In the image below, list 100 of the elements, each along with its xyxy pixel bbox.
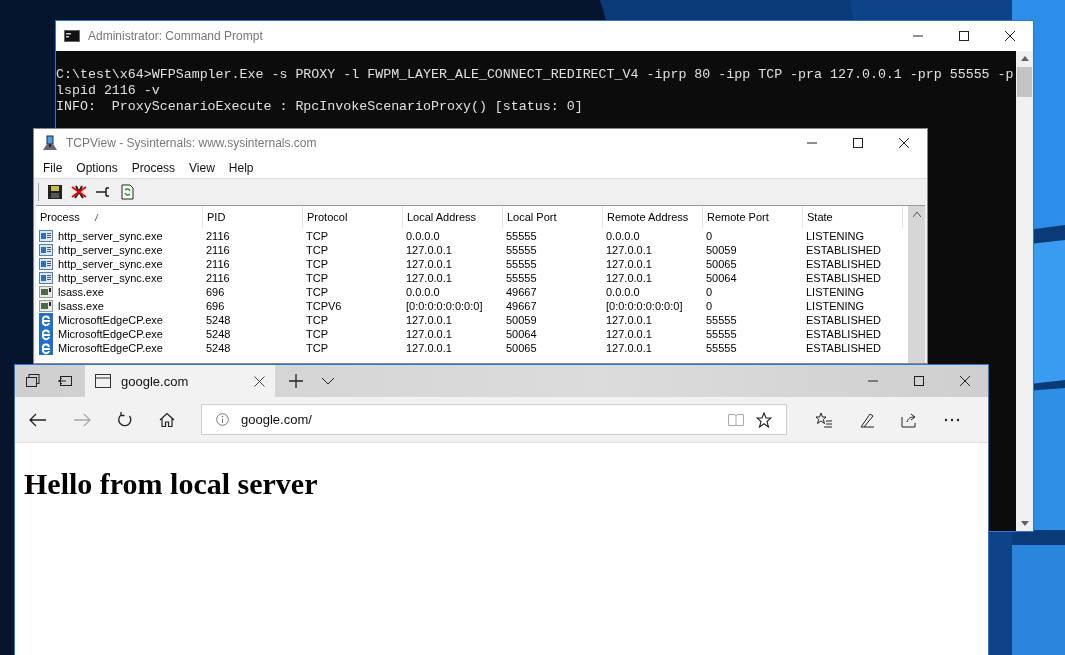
scroll-thumb[interactable] (1017, 67, 1032, 97)
set-aside-icon[interactable] (57, 373, 73, 389)
star-icon[interactable] (756, 411, 772, 428)
table-cell-text: 49667 (505, 299, 538, 313)
column-header[interactable]: State (803, 206, 903, 228)
table-cell-text: 127.0.0.1 (605, 327, 653, 341)
table-cell-text: [0:0:0:0:0:0:0:0] (605, 299, 684, 313)
table-cell-text: TCP (305, 243, 329, 257)
window-icon (39, 300, 53, 312)
window-icon (39, 258, 53, 270)
column-label: Remote Port (707, 211, 769, 223)
table-cell: http_server_sync.exe (36, 271, 203, 285)
close-icon[interactable] (1005, 31, 1015, 41)
pen-icon[interactable] (859, 411, 875, 428)
menu-item[interactable]: File (36, 160, 70, 175)
table-cell-text: TCP (305, 229, 329, 243)
close-connection-icon[interactable] (71, 184, 87, 200)
table-cell-text: LISTENING (805, 299, 866, 313)
table-cell-text: 55555 (705, 341, 738, 355)
console-line: lspid 2116 -v (56, 83, 161, 99)
table-cell: MicrosoftEdgeCP.exe (36, 341, 203, 355)
column-header[interactable]: Protocol (303, 206, 403, 228)
table-cell-text: ESTABLISHED (805, 327, 882, 341)
column-label: PID (207, 211, 226, 223)
table-cell-text: 696 (205, 285, 226, 299)
share-icon[interactable] (901, 411, 918, 428)
table-cell-text: 0.0.0.0 (405, 285, 441, 299)
table-cell-text: 127.0.0.1 (405, 341, 453, 355)
close-icon[interactable] (899, 138, 909, 148)
refresh-icon[interactable] (117, 411, 133, 428)
page-heading: Hello from local server (24, 467, 319, 501)
plug-icon[interactable] (95, 184, 111, 200)
close-icon[interactable] (254, 375, 265, 387)
table-cell-text: 5248 (205, 313, 232, 327)
maximize-icon[interactable] (959, 31, 969, 41)
table-cell-text: TCP (305, 341, 329, 355)
table-cell-text: 2116 (205, 243, 231, 257)
maximize-icon[interactable] (853, 138, 863, 148)
table-cell-text: TCP (305, 271, 329, 285)
table-cell-text: 127.0.0.1 (605, 341, 653, 355)
close-icon[interactable] (960, 376, 970, 386)
home-icon[interactable] (159, 411, 175, 428)
column-label: Local Port (507, 211, 557, 223)
table-cell-text: 127.0.0.1 (605, 257, 653, 271)
window-icon (39, 244, 53, 256)
column-label: Protocol (307, 211, 348, 223)
table-cell-text: 50065 (505, 341, 538, 355)
table-cell-text: 127.0.0.1 (605, 271, 653, 285)
column-header[interactable]: Remote Port (703, 206, 803, 228)
table-cell-text: 49667 (505, 285, 538, 299)
refresh-icon[interactable] (119, 184, 135, 200)
table-cell-text: 0.0.0.0 (605, 229, 641, 243)
table-cell-text: 127.0.0.1 (405, 243, 453, 257)
table-cell-text: 2116 (205, 257, 231, 271)
maximize-icon[interactable] (914, 376, 924, 386)
save-icon[interactable] (47, 184, 63, 200)
column-header[interactable]: Remote Address (603, 206, 703, 228)
column-header[interactable]: Local Address (403, 206, 503, 228)
table-cell-text: 0.0.0.0 (405, 229, 441, 243)
table-cell: http_server_sync.exe (36, 243, 203, 257)
chevron-down-icon[interactable] (321, 377, 335, 385)
table-cell-text: 50065 (705, 257, 738, 271)
table-cell-text: [0:0:0:0:0:0:0:0] (405, 299, 484, 313)
scroll-up-icon[interactable] (912, 212, 921, 217)
column-header[interactable]: Process (36, 206, 203, 228)
window-title: Administrator: Command Prompt (88, 29, 263, 43)
window-icon (39, 272, 53, 284)
column-label: State (807, 211, 833, 223)
table-cell-text: 55555 (505, 229, 538, 243)
table-cell-text: 55555 (705, 313, 738, 327)
back-icon[interactable] (29, 412, 47, 427)
column-label: Local Address (407, 211, 477, 223)
scrollbar[interactable] (908, 206, 925, 363)
browser-tab[interactable]: google.com (85, 365, 275, 397)
browser-icon (39, 313, 53, 327)
table-cell-text: 5248 (205, 327, 232, 341)
menu-item[interactable]: View (182, 160, 222, 175)
favorites-icon[interactable] (815, 411, 833, 428)
menu-item[interactable]: Process (124, 160, 183, 175)
scroll-up-icon[interactable] (1020, 56, 1029, 61)
column-header[interactable]: PID (203, 206, 303, 228)
scrollbar[interactable] (1016, 51, 1033, 531)
scroll-down-icon[interactable] (1020, 521, 1029, 526)
column-header[interactable]: Local Port (503, 206, 603, 228)
browser-icon (39, 327, 53, 341)
table-cell-text: ESTABLISHED (805, 271, 882, 285)
menu-item[interactable]: Help (221, 160, 261, 175)
menu-item[interactable]: Options (69, 160, 125, 175)
table-cell-text: LISTENING (805, 285, 866, 299)
table-cell: http_server_sync.exe (36, 257, 203, 271)
table-cell-text: ESTABLISHED (805, 341, 882, 355)
table-cell-text: LISTENING (805, 229, 866, 243)
more-icon[interactable] (944, 417, 960, 422)
address-bar[interactable]: google.com/ (201, 404, 787, 435)
tabs-icon[interactable] (25, 373, 41, 389)
new-tab-icon[interactable] (289, 374, 303, 388)
table-cell-text: ESTABLISHED (805, 313, 882, 327)
column-label: Process (40, 211, 80, 223)
table-cell-text: 0.0.0.0 (605, 285, 641, 299)
table-cell-text: 50059 (505, 313, 538, 327)
